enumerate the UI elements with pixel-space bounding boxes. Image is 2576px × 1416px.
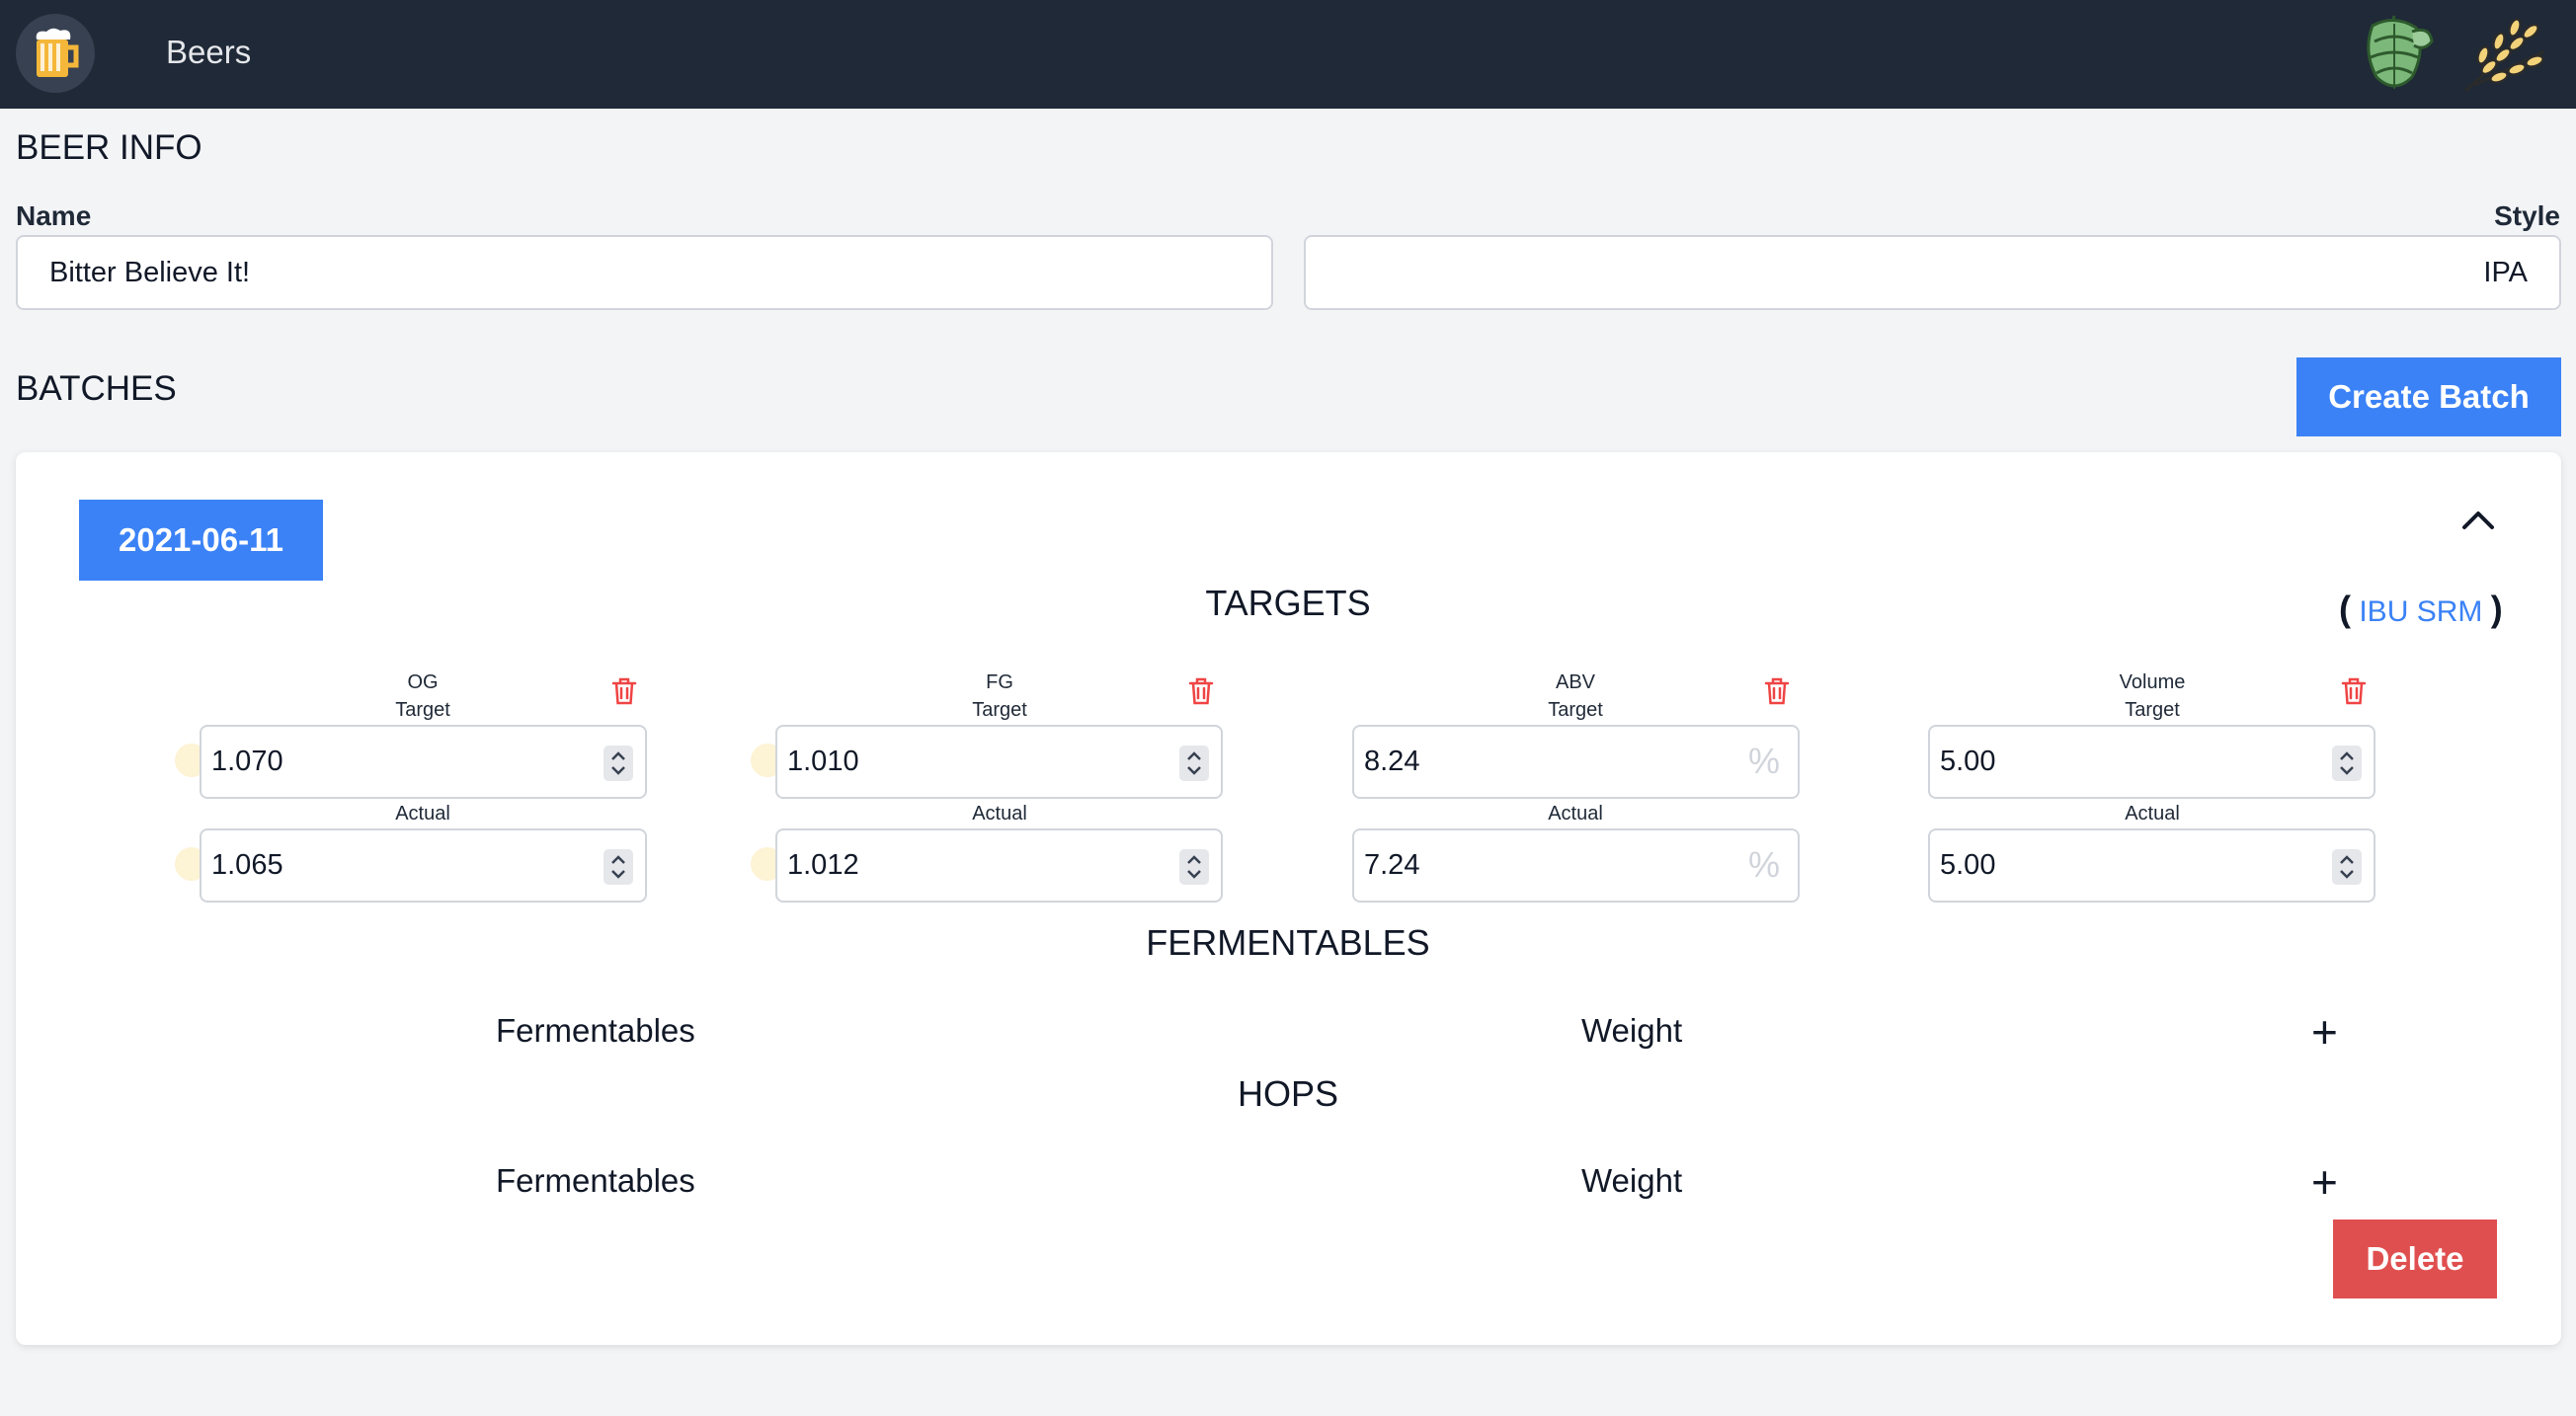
abv-target-percent-unit: % — [1747, 741, 1780, 781]
style-label: Style — [2494, 200, 2560, 231]
fg-actual-spinner[interactable] — [1179, 849, 1209, 885]
add-hop-button[interactable]: + — [2311, 1159, 2338, 1205]
abv-actual-value: 7.24 — [1364, 849, 1420, 881]
beer-info-heading: BEER INFO — [16, 128, 202, 167]
name-label: Name — [16, 200, 92, 231]
volume-actual-input[interactable]: 5.00 — [1928, 828, 2375, 903]
hops-heading: HOPS — [1237, 1073, 1339, 1114]
beer-style-input[interactable]: IPA — [1304, 235, 2561, 310]
units-open-paren: ( — [2339, 589, 2351, 629]
wheat-grain-icon[interactable] — [2459, 12, 2548, 95]
fermentables-heading: FERMENTABLES — [1146, 922, 1430, 963]
hop-icon[interactable] — [2353, 12, 2436, 95]
hops-name-column: Fermentables — [496, 1162, 695, 1199]
abv-actual-percent-unit: % — [1747, 844, 1780, 885]
abv-trash-icon[interactable] — [1763, 676, 1791, 706]
fg-actual-value: 1.012 — [787, 849, 859, 881]
volume-label: Volume Target — [2004, 669, 2300, 724]
abv-actual-input[interactable]: 7.24 % — [1352, 828, 1800, 903]
abv-target-input[interactable]: 8.24 % — [1352, 725, 1800, 799]
hops-weight-column: Weight — [1581, 1162, 1683, 1199]
volume-target-input[interactable]: 5.00 — [1928, 725, 2375, 799]
fg-target-value: 1.010 — [787, 746, 859, 777]
srm-link[interactable]: SRM — [2417, 595, 2483, 628]
batches-heading: BATCHES — [16, 369, 177, 408]
abv-target-label: Target — [1548, 699, 1603, 721]
og-name: OG — [407, 671, 439, 693]
og-trash-icon[interactable] — [610, 676, 638, 706]
volume-actual-spinner[interactable] — [2332, 849, 2362, 885]
fg-name: FG — [986, 671, 1013, 693]
abv-label: ABV Target — [1427, 669, 1724, 724]
nav-title[interactable]: Beers — [166, 34, 251, 71]
volume-name: Volume — [2119, 671, 2186, 693]
fg-target-label: Target — [972, 699, 1027, 721]
add-fermentable-button[interactable]: + — [2311, 1009, 2338, 1055]
volume-target-value: 5.00 — [1940, 746, 1996, 777]
fermentables-name-column: Fermentables — [496, 1012, 695, 1049]
create-batch-button[interactable]: Create Batch — [2296, 357, 2561, 436]
ibu-link[interactable]: IBU — [2359, 595, 2408, 628]
units-close-paren: ) — [2490, 589, 2503, 629]
beer-name-input[interactable]: Bitter Believe It! — [16, 235, 1273, 310]
og-actual-label: Actual — [395, 803, 450, 825]
fg-trash-icon[interactable] — [1187, 676, 1215, 706]
og-actual-spinner[interactable] — [604, 849, 633, 885]
fg-target-input[interactable]: 1.010 — [775, 725, 1223, 799]
top-navbar: Beers — [0, 0, 2576, 109]
beer-mug-icon[interactable] — [16, 14, 95, 93]
volume-actual-value: 5.00 — [1940, 849, 1996, 881]
volume-actual-label: Actual — [2125, 803, 2180, 825]
og-target-value: 1.070 — [211, 746, 283, 777]
batch-date-button[interactable]: 2021-06-11 — [79, 500, 323, 581]
og-target-label: Target — [395, 699, 450, 721]
beer-name-value: Bitter Believe It! — [49, 256, 251, 288]
chevron-up-icon[interactable] — [2458, 504, 2498, 533]
volume-target-label: Target — [2125, 699, 2180, 721]
fg-actual-input[interactable]: 1.012 — [775, 828, 1223, 903]
og-label: OG Target — [275, 669, 571, 724]
abv-actual-label: Actual — [1548, 803, 1603, 825]
og-actual-value: 1.065 — [211, 849, 283, 881]
og-target-spinner[interactable] — [604, 746, 633, 781]
fg-actual-label: Actual — [972, 803, 1027, 825]
delete-batch-button[interactable]: Delete — [2333, 1219, 2497, 1298]
units-toggle: ( IBU SRM ) — [2339, 589, 2503, 630]
fermentables-weight-column: Weight — [1581, 1012, 1683, 1049]
fg-label: FG Target — [851, 669, 1148, 724]
abv-name: ABV — [1555, 671, 1596, 693]
volume-trash-icon[interactable] — [2340, 676, 2368, 706]
abv-target-value: 8.24 — [1364, 746, 1420, 777]
fg-target-spinner[interactable] — [1179, 746, 1209, 781]
beer-style-value: IPA — [2483, 256, 2528, 288]
og-actual-input[interactable]: 1.065 — [200, 828, 647, 903]
volume-target-spinner[interactable] — [2332, 746, 2362, 781]
targets-heading: TARGETS — [1205, 583, 1371, 623]
og-target-input[interactable]: 1.070 — [200, 725, 647, 799]
